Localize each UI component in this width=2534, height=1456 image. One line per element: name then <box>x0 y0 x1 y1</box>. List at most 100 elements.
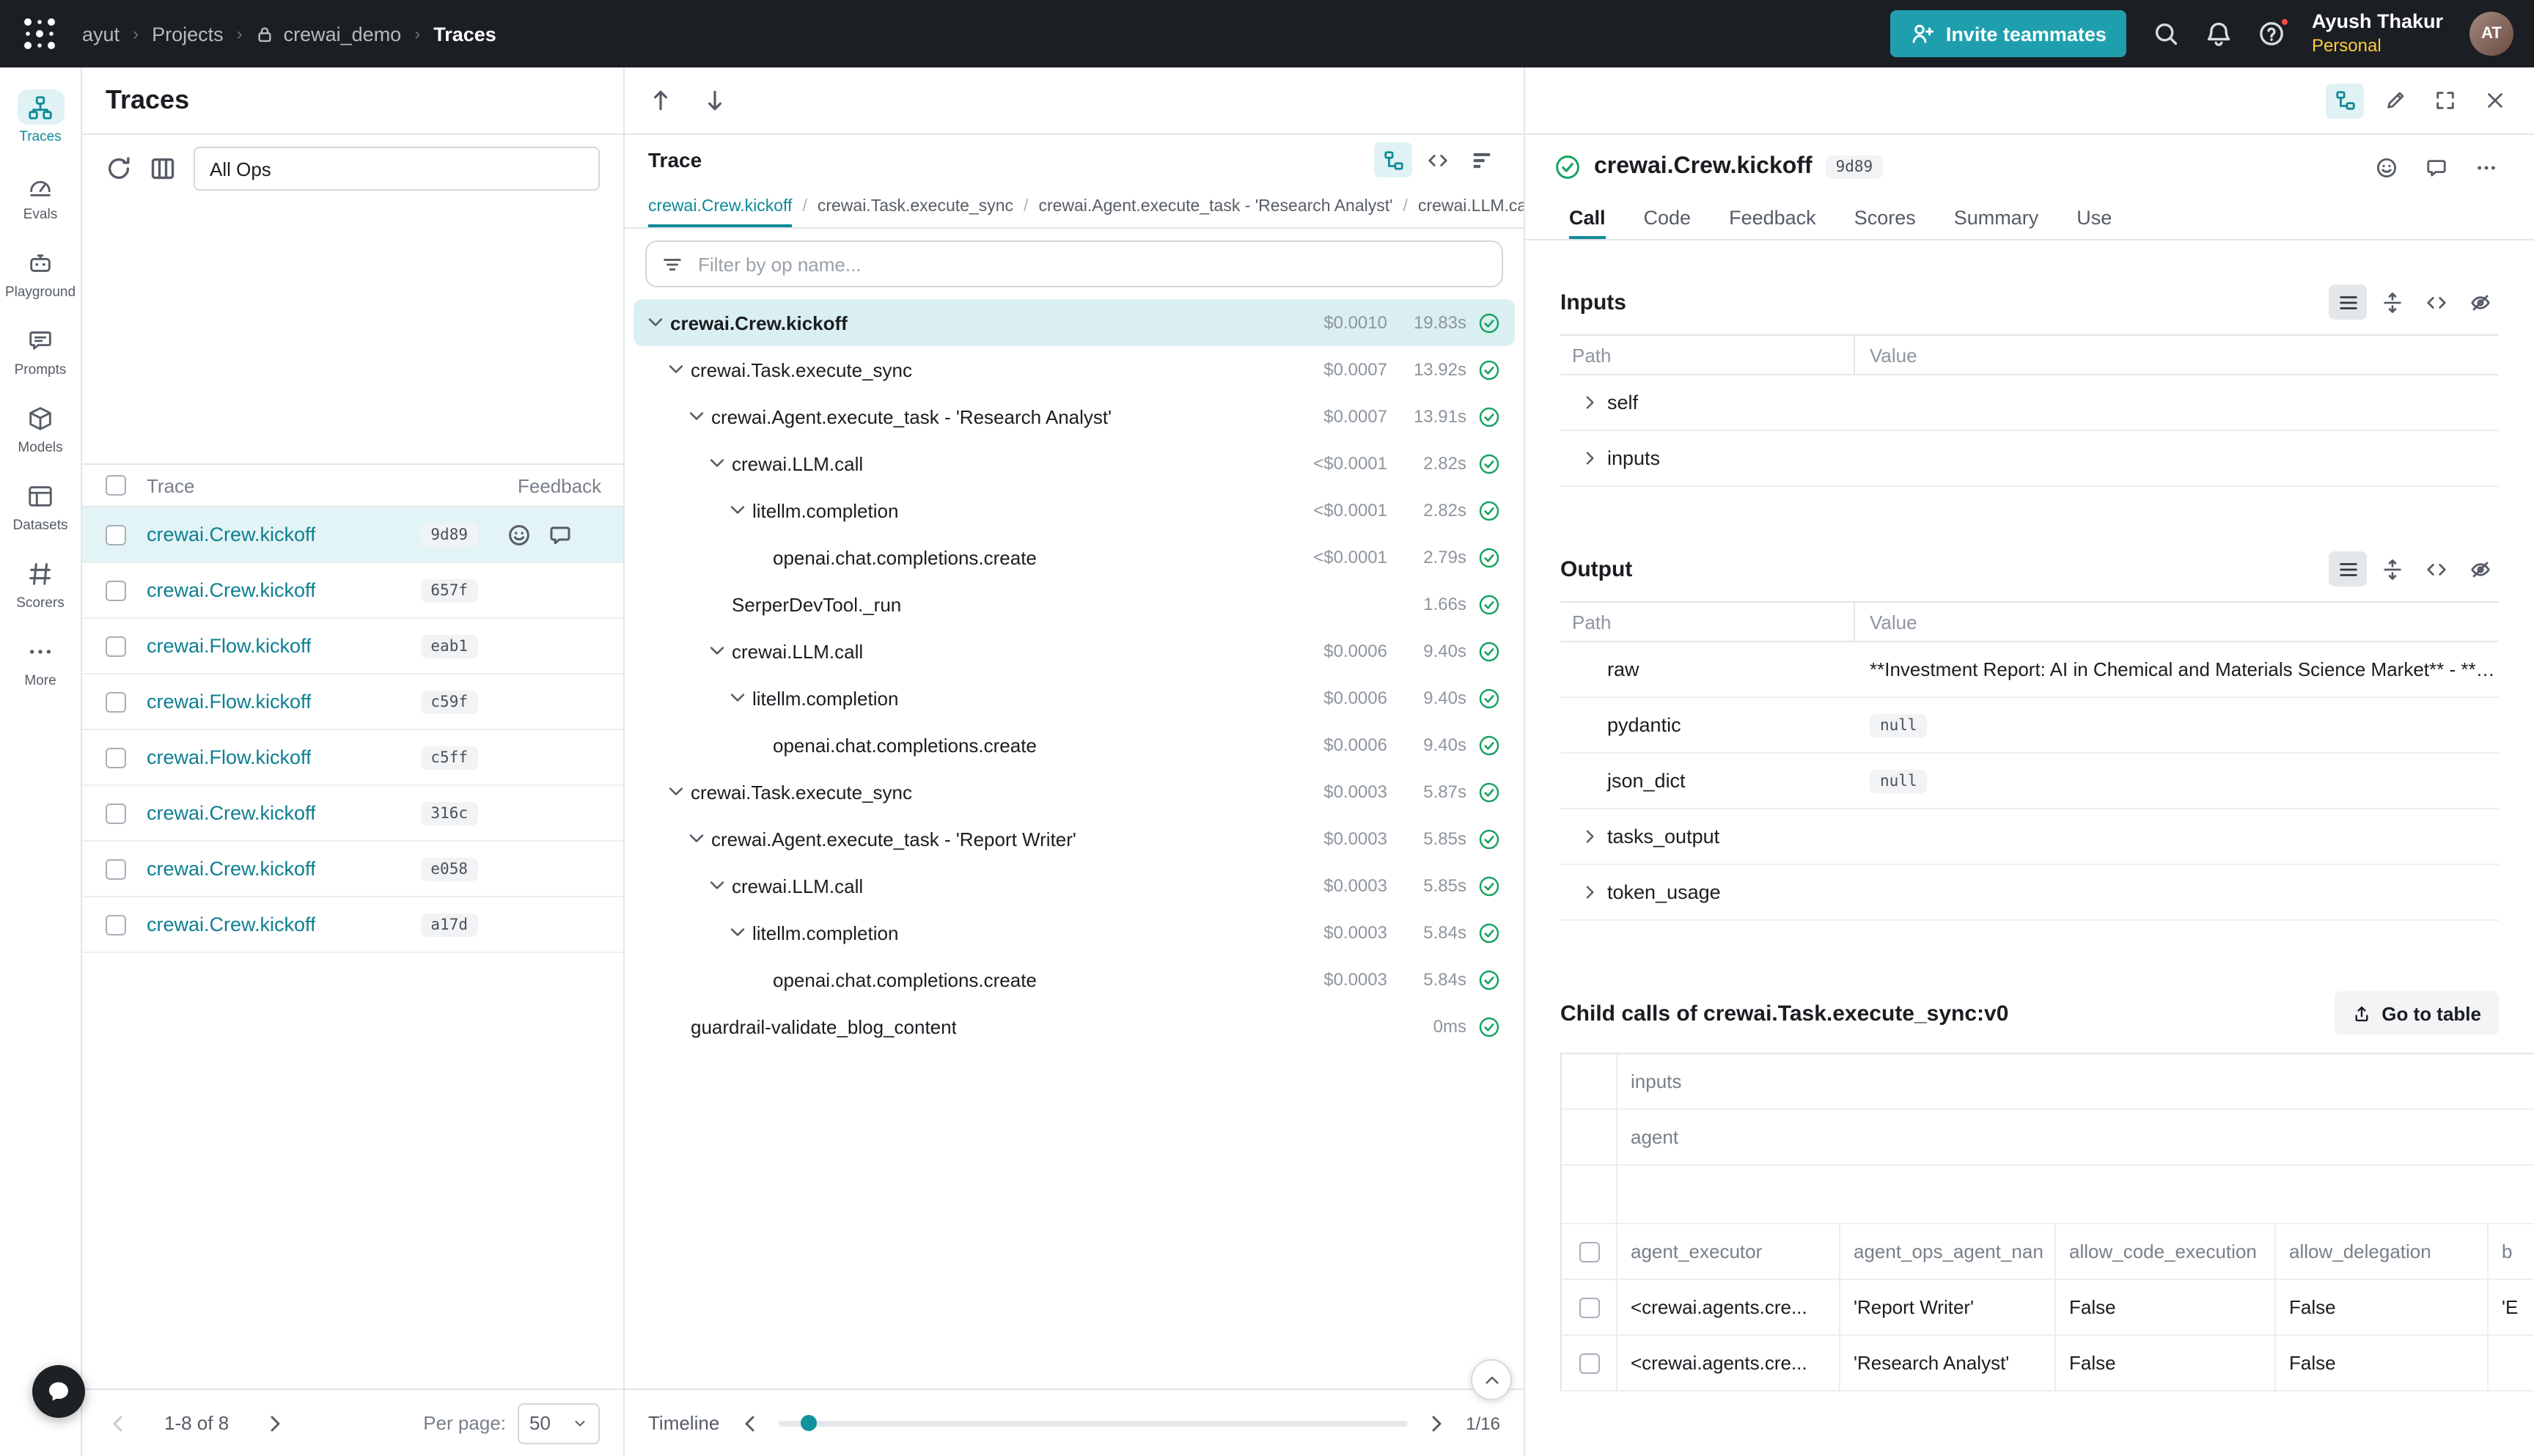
sidebar-item-more[interactable]: More <box>1 623 80 701</box>
row-checkbox[interactable] <box>106 803 126 823</box>
sidebar-item-prompts[interactable]: Prompts <box>1 312 80 390</box>
notifications-bell-icon[interactable] <box>2206 21 2233 47</box>
tab-call[interactable]: Call <box>1569 196 1606 239</box>
trace-link[interactable]: crewai.Crew.kickoff <box>147 579 316 601</box>
trace-link[interactable]: crewai.Flow.kickoff <box>147 691 312 713</box>
trace-link[interactable]: crewai.Crew.kickoff <box>147 802 316 824</box>
trace-tree-row[interactable]: litellm.completion<$0.00012.82s <box>634 487 1515 534</box>
trace-tree-row[interactable]: crewai.Agent.execute_task - 'Research An… <box>634 393 1515 440</box>
invite-teammates-button[interactable]: Invite teammates <box>1890 10 2127 57</box>
table-row[interactable]: crewai.Flow.kickoffeab1 <box>82 619 623 674</box>
trace-tree-row[interactable]: crewai.Task.execute_sync$0.000713.92s <box>634 346 1515 393</box>
breadcrumb-entity[interactable]: ayut <box>82 23 120 45</box>
table-row[interactable]: <crewai.agents.cre...'Research Analyst'F… <box>1562 1336 2534 1391</box>
trace-tree-row[interactable]: crewai.Agent.execute_task - 'Report Writ… <box>634 815 1515 862</box>
column-settings-button[interactable] <box>150 155 176 182</box>
comment-button[interactable] <box>2417 150 2455 185</box>
go-to-table-button[interactable]: Go to table <box>2335 991 2499 1035</box>
table-row[interactable]: crewai.Crew.kickoff316c <box>82 786 623 842</box>
trace-tree-row[interactable]: openai.chat.completions.create<$0.00012.… <box>634 534 1515 581</box>
sidebar-item-traces[interactable]: Traces <box>1 79 80 157</box>
column-header[interactable]: allow_delegation <box>2276 1224 2489 1279</box>
reaction-icon[interactable] <box>507 523 531 546</box>
call-id-badge[interactable]: 9d89 <box>1826 155 1884 179</box>
trace-tree-row[interactable]: litellm.completion$0.00035.84s <box>634 909 1515 956</box>
sidebar-item-scorers[interactable]: Scorers <box>1 545 80 623</box>
tab-feedback[interactable]: Feedback <box>1729 196 1816 239</box>
per-page-select[interactable]: 50 <box>518 1402 600 1444</box>
chevron-right-icon[interactable] <box>1581 827 1600 846</box>
kv-row[interactable]: self <box>1560 375 2499 431</box>
row-checkbox[interactable] <box>106 858 126 879</box>
chevron-down-icon[interactable] <box>707 875 727 896</box>
chevron-down-icon[interactable] <box>707 453 727 474</box>
refresh-button[interactable] <box>106 155 132 182</box>
chevron-down-icon[interactable] <box>686 406 707 427</box>
select-all-checkbox[interactable] <box>1579 1241 1599 1262</box>
trace-tree-row[interactable]: crewai.LLM.call$0.00035.85s <box>634 862 1515 909</box>
op-filter-input[interactable] <box>695 251 1487 276</box>
prev-call-arrow-button[interactable] <box>648 88 673 113</box>
table-row[interactable]: crewai.Crew.kickoffe058 <box>82 842 623 897</box>
table-row[interactable]: crewai.Crew.kickoffa17d <box>82 897 623 953</box>
tab-use[interactable]: Use <box>2076 196 2112 239</box>
row-checkbox[interactable] <box>1579 1353 1599 1373</box>
row-checkbox[interactable] <box>106 747 126 768</box>
timeline-next-button[interactable] <box>1425 1411 1448 1435</box>
row-checkbox[interactable] <box>106 636 126 656</box>
avatar[interactable]: AT <box>2469 12 2513 56</box>
kv-row[interactable]: tasks_output <box>1560 809 2499 865</box>
kv-row[interactable]: inputs <box>1560 431 2499 487</box>
trace-tree-row[interactable]: litellm.completion$0.00069.40s <box>634 674 1515 721</box>
timeline-prev-button[interactable] <box>737 1411 760 1435</box>
row-checkbox[interactable] <box>106 524 126 545</box>
trace-link[interactable]: crewai.Flow.kickoff <box>147 635 312 657</box>
timeline-slider[interactable] <box>778 1420 1407 1426</box>
row-checkbox[interactable] <box>1579 1297 1599 1317</box>
scroll-top-button[interactable] <box>1471 1359 1512 1400</box>
sidebar-item-evals[interactable]: Evals <box>1 157 80 235</box>
select-all-checkbox[interactable] <box>106 475 126 496</box>
table-row[interactable]: crewai.Flow.kickoffc59f <box>82 674 623 730</box>
chevron-down-icon[interactable] <box>686 828 707 849</box>
hide-values-button[interactable] <box>2461 284 2499 320</box>
tab-summary[interactable]: Summary <box>1954 196 2039 239</box>
prev-page-button[interactable] <box>106 1411 129 1435</box>
hide-values-button[interactable] <box>2461 551 2499 587</box>
trace-path-segment[interactable]: crewai.Task.execute_sync <box>818 185 1013 227</box>
chevron-down-icon[interactable] <box>666 359 686 380</box>
column-header[interactable]: b <box>2489 1224 2534 1279</box>
row-checkbox[interactable] <box>106 691 126 712</box>
code-view-button[interactable] <box>2417 284 2455 320</box>
next-page-button[interactable] <box>264 1411 287 1435</box>
more-menu-button[interactable] <box>2467 150 2505 185</box>
next-call-arrow-button[interactable] <box>702 88 727 113</box>
trace-link[interactable]: crewai.Crew.kickoff <box>147 858 316 880</box>
trace-link[interactable]: crewai.Crew.kickoff <box>147 523 316 545</box>
trace-tree-row[interactable]: crewai.Crew.kickoff$0.001019.83s <box>634 299 1515 346</box>
trace-tree-row[interactable]: SerperDevTool._run1.66s <box>634 581 1515 628</box>
trace-tree-row[interactable]: guardrail-validate_blog_content0ms <box>634 1003 1515 1050</box>
close-button[interactable] <box>2475 83 2513 118</box>
chevron-right-icon[interactable] <box>1581 449 1600 468</box>
tree-toggle-button[interactable] <box>2326 83 2364 118</box>
trace-path-segment[interactable]: crewai.LLM.cal <box>1418 185 1524 227</box>
trace-tree-row[interactable]: openai.chat.completions.create$0.00069.4… <box>634 721 1515 768</box>
list-view-button[interactable] <box>2329 284 2367 320</box>
kv-row[interactable]: raw**Investment Report: AI in Chemical a… <box>1560 642 2499 698</box>
add-reaction-button[interactable] <box>2367 150 2405 185</box>
kv-row[interactable]: json_dictnull <box>1560 754 2499 809</box>
sidebar-item-models[interactable]: Models <box>1 390 80 468</box>
flame-view-button[interactable] <box>1462 142 1500 177</box>
trace-path-segment[interactable]: crewai.Agent.execute_task - 'Research An… <box>1038 185 1392 227</box>
list-view-button[interactable] <box>2329 551 2367 587</box>
expand-rows-button[interactable] <box>2373 551 2411 587</box>
chevron-down-icon[interactable] <box>707 641 727 661</box>
row-checkbox[interactable] <box>106 914 126 935</box>
search-icon[interactable] <box>2153 21 2180 47</box>
expand-rows-button[interactable] <box>2373 284 2411 320</box>
table-row[interactable]: crewai.Crew.kickoff657f <box>82 563 623 619</box>
op-filter-input-box[interactable] <box>645 240 1503 287</box>
user-menu[interactable]: Ayush Thakur Personal <box>2312 10 2443 57</box>
chevron-down-icon[interactable] <box>645 312 666 333</box>
